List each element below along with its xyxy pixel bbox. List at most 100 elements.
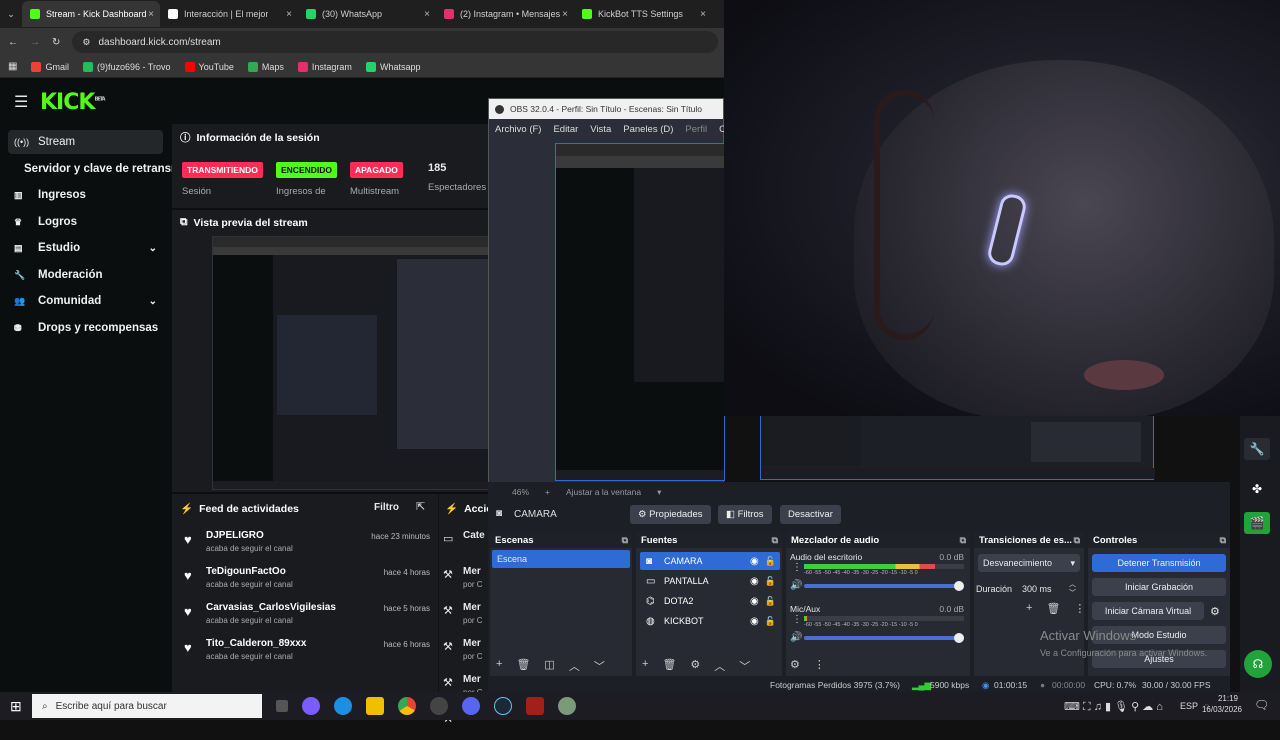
speaker-icon[interactable]: 🔊 xyxy=(790,632,802,643)
browser-tab[interactable]: (2) Instagram • Mensajes × xyxy=(436,1,574,27)
sidebar-item[interactable]: ▥ Ingresos xyxy=(8,183,163,207)
add-icon[interactable]: + xyxy=(496,658,502,674)
popout-icon[interactable]: ⇱ xyxy=(416,500,425,513)
obs-canvas-preview-lower[interactable] xyxy=(760,416,1155,480)
kick-logo[interactable]: KICKBETA xyxy=(40,90,106,115)
back-icon[interactable]: ← xyxy=(8,37,18,48)
add-icon[interactable]: + xyxy=(642,658,648,674)
edge-icon[interactable] xyxy=(334,697,352,715)
tab-close-icon[interactable]: × xyxy=(700,9,706,20)
source-item[interactable]: ▭ PANTALLA ◉ 🔓 xyxy=(640,572,780,590)
feed-item[interactable]: ♥ TeDigounFactOo acaba de seguir el canal h… xyxy=(184,566,430,598)
zoom-dropdown-icon[interactable]: ▾ xyxy=(657,487,661,498)
sidebar-item[interactable]: ((•)) Stream xyxy=(8,130,163,154)
slider-handle[interactable] xyxy=(954,581,964,591)
down-icon[interactable]: ﹀ xyxy=(594,658,605,674)
source-item[interactable]: ◍ KICKBOT ◉ 🔓 xyxy=(640,612,780,630)
browser-tab[interactable]: Interacción | El mejor × xyxy=(160,1,298,27)
copilot-icon[interactable] xyxy=(302,697,320,715)
obs-menu-item[interactable]: Editar xyxy=(553,124,578,135)
lock-icon[interactable]: 🔓 xyxy=(765,556,776,567)
feed-username[interactable]: Tito_Calderon_89xxx xyxy=(206,638,306,649)
obs-menu-item[interactable]: Vista xyxy=(590,124,611,135)
bookmark-item[interactable]: Maps xyxy=(247,61,284,72)
more-icon[interactable]: ⋮ xyxy=(792,562,802,573)
zoom-level[interactable]: 46% xyxy=(512,487,529,497)
virtual-camera-button[interactable]: Iniciar Cámara Virtual xyxy=(1092,602,1204,620)
eye-icon[interactable]: ◉ xyxy=(750,556,759,567)
dock-popout-icon[interactable]: ⧉ xyxy=(1220,535,1226,546)
dota2-icon[interactable] xyxy=(526,697,544,715)
tray-icons[interactable]: ⌨ ⛶ ♫ ▮ 🎙 ⚲ ☁ ⌂ xyxy=(1064,700,1163,714)
obs-menu-item[interactable]: Paneles (D) xyxy=(623,124,673,135)
feed-item[interactable]: ♥ Tito_Calderon_89xxx acaba de seguir el c… xyxy=(184,638,430,670)
sidebar-item[interactable]: ♛ Logros xyxy=(8,210,163,234)
down-icon[interactable]: ﹀ xyxy=(739,658,750,674)
bookmark-item[interactable]: Whatsapp xyxy=(365,61,420,72)
dock-popout-icon[interactable]: ⧉ xyxy=(772,535,778,546)
browser-tab[interactable]: Stream - Kick Dashboard × xyxy=(22,1,160,27)
up-icon[interactable]: ︿ xyxy=(714,658,725,674)
bookmark-item[interactable]: YouTube xyxy=(184,61,234,72)
feed-username[interactable]: DJPELIGRO xyxy=(206,530,264,541)
lock-icon[interactable]: 🔓 xyxy=(765,616,776,627)
bookmark-item[interactable]: (9)fuzo696 - Trovo xyxy=(82,61,171,72)
more-icon[interactable]: ⋮ xyxy=(1074,602,1085,615)
forward-icon[interactable]: → xyxy=(30,37,40,48)
browser-tab[interactable]: KickBot TTS Settings × xyxy=(574,1,712,27)
dock-popout-icon[interactable]: ⧉ xyxy=(622,535,628,546)
notification-icon[interactable]: 🗨 xyxy=(1254,698,1269,712)
chrome-icon[interactable] xyxy=(398,697,416,715)
file-explorer-icon[interactable] xyxy=(366,697,384,715)
up-icon[interactable]: ︿ xyxy=(569,658,580,674)
windows-start-icon[interactable]: ⊞ xyxy=(10,698,22,715)
support-icon[interactable]: ☊ xyxy=(1244,650,1272,678)
volume-slider[interactable] xyxy=(804,633,964,643)
eye-icon[interactable]: ◉ xyxy=(750,616,759,627)
source-item[interactable]: ⌬ DOTA2 ◉ 🔓 xyxy=(640,592,780,610)
reload-icon[interactable]: ↻ xyxy=(52,37,60,48)
feed-username[interactable]: Carvasias_CarlosVigilesias xyxy=(206,602,336,613)
tab-close-icon[interactable]: × xyxy=(562,9,568,20)
action-item[interactable]: ▭ Cate xyxy=(443,530,489,560)
steam-icon[interactable] xyxy=(494,697,512,715)
eye-icon[interactable]: ◉ xyxy=(750,576,759,587)
obs-taskbar-icon[interactable] xyxy=(430,697,448,715)
tab-list-icon[interactable]: ⌄ xyxy=(0,9,22,20)
sidebar-item[interactable]: ▤ Estudio ⌄ xyxy=(8,236,163,260)
puzzle-icon[interactable]: ✤ xyxy=(1244,478,1270,500)
filters-button[interactable]: ◧ Filtros xyxy=(718,505,772,524)
browser-tab[interactable]: (30) WhatsApp × xyxy=(298,1,436,27)
gear-icon[interactable]: ⚙ xyxy=(1210,605,1220,618)
tab-close-icon[interactable]: × xyxy=(148,9,154,20)
task-view-icon[interactable] xyxy=(276,700,288,712)
trash-icon[interactable]: 🗑 xyxy=(516,658,530,674)
sidebar-item[interactable]: 👥 Comunidad ⌄ xyxy=(8,289,163,313)
apps-icon[interactable]: ▦ xyxy=(8,61,17,72)
dock-popout-icon[interactable]: ⧉ xyxy=(1074,535,1080,546)
feed-item[interactable]: ♥ DJPELIGRO acaba de seguir el canal hace 2… xyxy=(184,530,430,562)
site-info-icon[interactable]: ⚙ xyxy=(82,37,90,48)
transition-select[interactable]: Desvanecimiento ▾ xyxy=(978,554,1080,572)
dock-popout-icon[interactable]: ⧉ xyxy=(960,535,966,546)
feed-username[interactable]: TeDigounFactOo xyxy=(206,566,286,577)
trash-icon[interactable]: 🗑 xyxy=(1046,602,1060,615)
obs-canvas-preview[interactable] xyxy=(555,143,725,481)
deactivate-button[interactable]: Desactivar xyxy=(780,505,841,524)
gear-icon[interactable]: ⚙ xyxy=(690,658,700,674)
app-icon[interactable] xyxy=(558,697,576,715)
zoom-in-icon[interactable]: + xyxy=(545,487,550,497)
start-recording-button[interactable]: Iniciar Grabación xyxy=(1092,578,1226,596)
source-item[interactable]: ◙ CAMARA ◉ 🔓 xyxy=(640,552,780,570)
lock-icon[interactable]: 🔓 xyxy=(765,576,776,587)
add-icon[interactable]: + xyxy=(1026,602,1032,615)
obs-menu-item[interactable]: Perfil xyxy=(685,124,707,135)
lock-icon[interactable]: 🔓 xyxy=(765,596,776,607)
menu-icon[interactable]: ☰ xyxy=(14,92,28,112)
tab-close-icon[interactable]: × xyxy=(286,9,292,20)
action-item[interactable]: ⚒ Mer por C xyxy=(443,638,489,668)
obs-menu-item[interactable]: Archivo (F) xyxy=(495,124,541,135)
eye-icon[interactable]: ◉ xyxy=(750,596,759,607)
clock-date[interactable]: 16/03/2026 xyxy=(1196,705,1242,714)
more-icon[interactable]: ⋮ xyxy=(814,658,825,671)
